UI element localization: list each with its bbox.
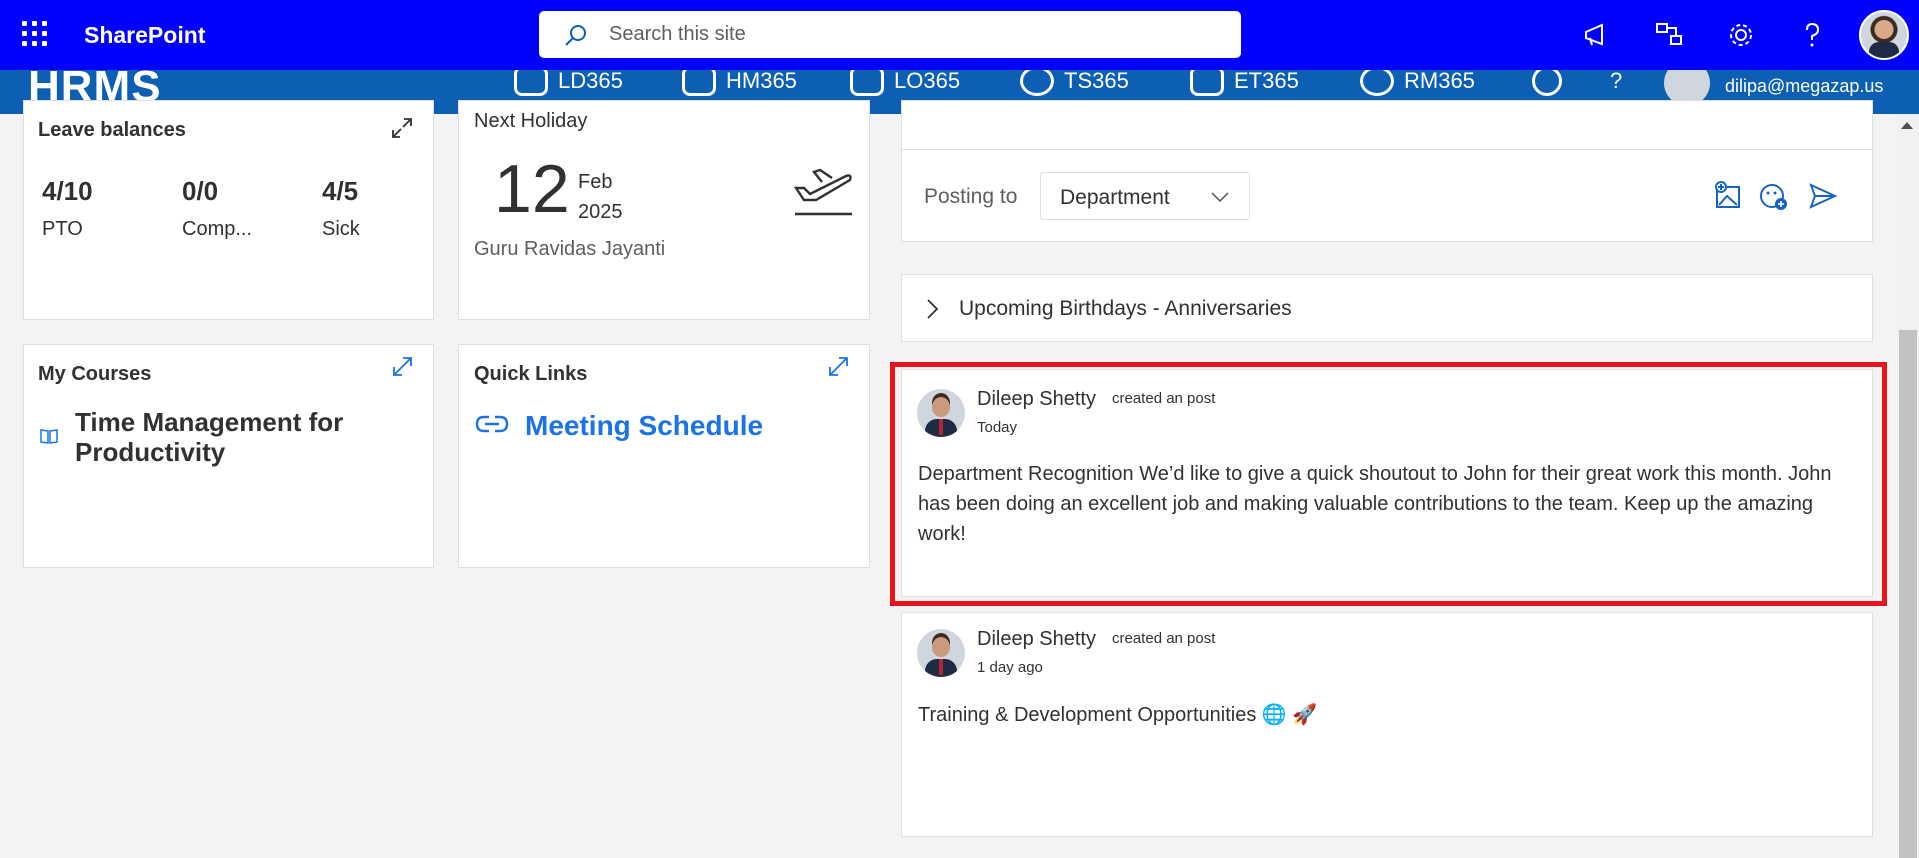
sick-value: 4/5: [322, 176, 359, 206]
quick-links-title: Quick Links: [474, 363, 588, 385]
hrms-settings[interactable]: [1532, 70, 1562, 96]
post-author[interactable]: Dileep Shetty: [977, 628, 1096, 651]
comp-value: 0/0: [182, 176, 219, 206]
post-body: Training & Development Opportunities 🌐 🚀: [918, 704, 1318, 726]
pto-value: 4/10: [42, 176, 93, 206]
pto-label: PTO: [42, 218, 83, 240]
megaphone-icon[interactable]: [1582, 20, 1612, 50]
chevron-right-icon: [927, 299, 939, 319]
post-action: created an post: [1112, 630, 1216, 647]
add-image-icon[interactable]: [1713, 181, 1743, 211]
add-emoji-icon[interactable]: [1758, 181, 1788, 211]
send-icon[interactable]: [1808, 181, 1838, 211]
et365-icon: [1190, 70, 1224, 96]
hrms-settings-icon: [1532, 70, 1562, 96]
nav-ts365[interactable]: TS365: [1020, 70, 1129, 96]
next-holiday-title: Next Holiday: [474, 110, 588, 132]
composer-card: [901, 100, 1873, 242]
birthdays-label: Upcoming Birthdays - Anniversaries: [959, 297, 1292, 320]
audience-value: Department: [1060, 186, 1170, 209]
posting-to-label: Posting to: [924, 185, 1018, 208]
my-courses-title: My Courses: [38, 363, 152, 385]
nav-hm365[interactable]: HM365: [682, 70, 797, 96]
user-avatar[interactable]: [1859, 10, 1909, 60]
expand-icon[interactable]: [827, 356, 849, 378]
app-name[interactable]: SharePoint: [84, 22, 205, 49]
holiday-name: Guru Ravidas Jayanti: [474, 238, 666, 260]
nav-lo365[interactable]: LO365: [850, 70, 960, 96]
search-box[interactable]: [539, 11, 1241, 58]
composer-divider: [902, 149, 1872, 150]
highlight-box: [890, 362, 1887, 606]
search-input[interactable]: [609, 19, 1209, 49]
lo365-icon: [850, 70, 884, 96]
hrms-user-email: dilipa@megazap.us: [1725, 76, 1884, 96]
settings-gear-icon[interactable]: [1726, 20, 1756, 50]
comp-label: Comp...: [182, 218, 253, 240]
chevron-down-icon: [1211, 192, 1229, 203]
scrollbar-thumb[interactable]: [1899, 330, 1917, 858]
search-icon: [565, 25, 586, 46]
holiday-year: 2025: [578, 201, 623, 223]
sick-label: Sick: [322, 218, 360, 240]
rm365-icon: [1360, 70, 1394, 96]
book-icon: [40, 429, 58, 444]
ts365-icon: [1020, 70, 1054, 96]
help-icon[interactable]: [1797, 20, 1827, 50]
link-icon: [475, 415, 509, 433]
avatar[interactable]: [917, 629, 965, 677]
expand-icon[interactable]: [391, 117, 413, 139]
nav-ld365[interactable]: LD365: [514, 70, 623, 96]
scroll-up-arrow[interactable]: [1901, 122, 1913, 129]
connections-icon[interactable]: [1654, 20, 1684, 50]
airplane-takeoff-icon: [793, 168, 852, 216]
holiday-month: Feb: [578, 171, 613, 193]
hrms-help[interactable]: ?: [1610, 70, 1622, 94]
leave-balances-title: Leave balances: [38, 119, 186, 141]
post-time: 1 day ago: [977, 659, 1043, 676]
holiday-day: 12: [494, 151, 570, 227]
expand-icon[interactable]: [391, 356, 413, 378]
meeting-schedule-link[interactable]: Meeting Schedule: [525, 410, 763, 442]
app-launcher-icon[interactable]: [22, 21, 48, 47]
nav-et365[interactable]: ET365: [1190, 70, 1299, 96]
hm365-icon: [682, 70, 716, 96]
nav-rm365[interactable]: RM365: [1360, 70, 1475, 96]
suite-header: SharePoint: [0, 0, 1919, 70]
course-title[interactable]: Time Management for Productivity: [75, 407, 385, 467]
audience-dropdown[interactable]: Department: [1040, 172, 1250, 220]
ld365-icon: [514, 70, 548, 96]
